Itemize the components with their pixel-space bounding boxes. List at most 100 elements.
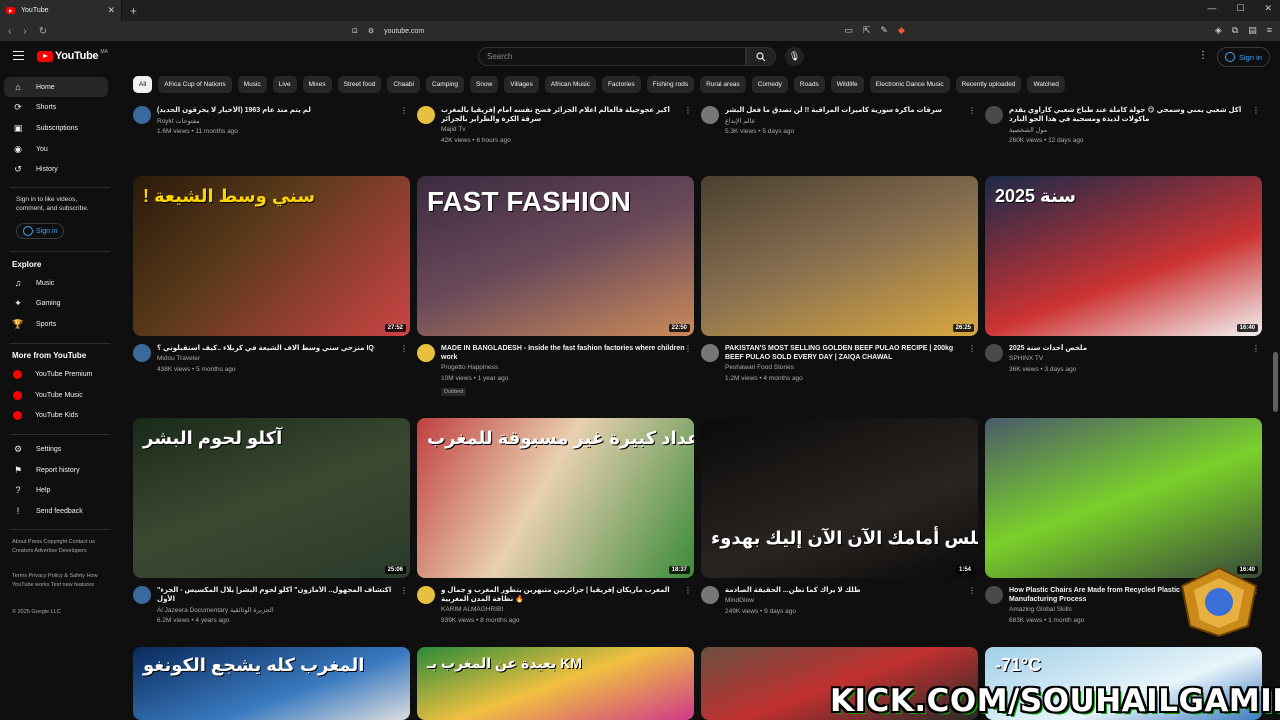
video-title[interactable]: أكبر عجوجيلة فالعالم اعلام الجزائر فضح ن… (441, 106, 685, 124)
channel-name[interactable]: Progetto Happiness (441, 364, 498, 371)
forward-icon[interactable]: › (23, 26, 26, 37)
chip-street-food[interactable]: Street food (337, 76, 382, 93)
video-title[interactable]: PAKISTAN'S MOST SELLING GOLDEN BEEF PULA… (725, 344, 969, 362)
more-options-icon[interactable]: ⋮ (400, 344, 408, 353)
search-input[interactable]: Search (478, 47, 746, 66)
video-thumbnail[interactable]: المغرب كله يشجع الكونغو (133, 647, 410, 720)
page-scrollbar[interactable] (1273, 352, 1278, 412)
channel-avatar[interactable] (417, 344, 435, 362)
channel-avatar[interactable] (133, 106, 151, 124)
video-thumbnail[interactable]: سنة 2025 16:40 (985, 176, 1262, 336)
channel-name[interactable]: عالم الإبداع (725, 117, 755, 125)
settings-more-icon[interactable]: ⋮ (1198, 50, 1208, 61)
chip-watched[interactable]: Watched (1027, 76, 1065, 93)
video-title[interactable]: ملخص أحداث سنة 2025 (1009, 344, 1253, 353)
chip-all[interactable]: All (133, 76, 153, 93)
signin-button[interactable]: Sign in (1217, 47, 1270, 67)
sidebar-item-history[interactable]: ↺ History (4, 159, 108, 179)
site-info-icon[interactable]: ⚙ (368, 27, 374, 35)
channel-avatar[interactable] (417, 586, 435, 604)
maximize-icon[interactable]: ☐ (1236, 3, 1244, 14)
video-title[interactable]: لم يتم منذ عام 1963 (الأخبار لا يحرقون ا… (157, 106, 401, 115)
video-thumbnail[interactable]: بعيدة عن المغرب بـ KM (417, 647, 694, 720)
video-title[interactable]: منزحي سني وسط آلاف الشيعة في كربلاء ..كي… (157, 344, 401, 353)
chip-chaabi[interactable]: Chaabi (387, 76, 420, 93)
channel-avatar[interactable] (985, 586, 1003, 604)
channel-name[interactable]: Midou Traveler (157, 355, 200, 362)
channel-name[interactable]: Majid Tv (441, 126, 465, 133)
reload-icon[interactable]: ↻ (39, 26, 47, 37)
new-tab-icon[interactable]: + (130, 4, 137, 18)
channel-name[interactable]: MindGlow (725, 597, 754, 604)
browser-tab[interactable]: YouTube ✕ (0, 0, 122, 21)
video-title[interactable]: "اكتشاف المجهول.. الأمازون" أكلو لحوم ال… (157, 586, 401, 604)
bookmark-icon[interactable]: ⊡ (352, 27, 358, 35)
sidebar-item-report-history[interactable]: ⚑ Report history (4, 460, 108, 480)
video-title[interactable]: أكل شعبي يمني وسمحي 😋 جولة كاملة عند طبا… (1009, 106, 1253, 124)
chip-fishing-rods[interactable]: Fishing rods (646, 76, 695, 93)
sidebar-signin-button[interactable]: Sign in (16, 223, 65, 239)
sidebar-item-send-feedback[interactable]: ! Send feedback (4, 501, 108, 521)
channel-avatar[interactable] (701, 106, 719, 124)
channel-avatar[interactable] (985, 106, 1003, 124)
chip-camping[interactable]: Camping (425, 76, 464, 93)
chip-africa-cup-of-nations[interactable]: Africa Cup of Nations (158, 76, 232, 93)
sidebar-item-gaming[interactable]: ✦ Gaming (4, 293, 108, 313)
sidebar-item-music[interactable]: ♫ Music (4, 273, 108, 293)
more-options-icon[interactable]: ⋮ (968, 344, 976, 353)
chip-electronic-dance-music[interactable]: Electronic Dance Music (869, 76, 950, 93)
channel-name[interactable]: مول الشخصية (1009, 126, 1047, 134)
youtube-logo[interactable]: YouTube MA (37, 49, 108, 62)
share-icon[interactable]: ⇱ (863, 25, 871, 36)
sidebar-item-subscriptions[interactable]: ▣ Subscriptions (4, 118, 108, 138)
wallet-icon[interactable]: ◈ (1215, 25, 1222, 36)
video-thumbnail[interactable]: جل جزائريين بأعداد كبيرة غير مسبوقة للمغ… (417, 418, 694, 578)
video-thumbnail[interactable]: ! سني وسط الشيعة 27:52 (133, 176, 410, 336)
video-thumbnail[interactable]: 26:25 (701, 176, 978, 336)
sidebar-item-shorts[interactable]: ⟳ Shorts (4, 97, 108, 117)
sidebar-item-youtube-premium[interactable]: YouTube Premium (4, 364, 108, 384)
chip-roads[interactable]: Roads (793, 76, 825, 93)
video-title[interactable]: سرقات ماكرة سورية كاميرات المراقبة !! لن… (725, 106, 969, 115)
more-options-icon[interactable]: ⋮ (1252, 344, 1260, 353)
more-options-icon[interactable]: ⋮ (684, 344, 692, 353)
video-thumbnail[interactable]: 16:40 (985, 418, 1262, 578)
hamburger-menu-icon[interactable] (13, 51, 24, 60)
highlight-icon[interactable]: ✎ (880, 25, 888, 36)
channel-name[interactable]: Peshawari Food Stories (725, 364, 794, 371)
channel-name[interactable]: Roykt مفتوحات (157, 117, 200, 125)
video-thumbnail[interactable]: FAST FASHION 22:50 (417, 176, 694, 336)
close-tab-icon[interactable]: ✕ (107, 5, 115, 16)
chip-live[interactable]: Live (272, 76, 297, 93)
more-options-icon[interactable]: ⋮ (400, 586, 408, 595)
search-button[interactable] (746, 47, 776, 66)
sidebar-item-youtube-kids[interactable]: YouTube Kids (4, 405, 108, 425)
back-icon[interactable]: ‹ (8, 26, 11, 37)
more-options-icon[interactable]: ⋮ (400, 106, 408, 115)
footer-links-secondary[interactable]: Terms Privacy Policy & Safety How YouTub… (12, 572, 112, 589)
chip-villages[interactable]: Villages (504, 76, 539, 93)
sidebar-item-settings[interactable]: ⚙ Settings (4, 439, 108, 459)
channel-avatar[interactable] (701, 586, 719, 604)
extensions-icon[interactable]: ⧉ (1232, 25, 1238, 36)
channel-avatar[interactable] (133, 344, 151, 362)
channel-avatar[interactable] (417, 106, 435, 124)
menu-icon[interactable]: ≡ (1267, 25, 1272, 36)
sidebar-item-you[interactable]: ◉ You (4, 139, 108, 159)
video-title[interactable]: طلك لا يراك كما تظن... الحقيقة الصادمة (725, 586, 969, 595)
channel-avatar[interactable] (133, 586, 151, 604)
video-title[interactable]: المغرب ماريكان إفريقيا | جزائريين متبهري… (441, 586, 685, 604)
chip-mixes[interactable]: Mixes (302, 76, 332, 93)
channel-name[interactable]: KARIM ALMAGHRIBI (441, 606, 503, 613)
chip-recently-uploaded[interactable]: Recently uploaded (955, 76, 1022, 93)
chip-african-music[interactable]: African Music (544, 76, 596, 93)
cast-icon[interactable]: ▭ (844, 25, 853, 36)
more-options-icon[interactable]: ⋮ (968, 586, 976, 595)
more-options-icon[interactable]: ⋮ (684, 586, 692, 595)
video-thumbnail[interactable]: تخيل هذا السر... قطك يجلس أمامك الآن الآ… (701, 418, 978, 578)
channel-name[interactable]: Al Jazeera Documentary الجزيرة الوثائقية (157, 606, 274, 614)
sidebar-item-sports[interactable]: 🏆 Sports (4, 314, 108, 334)
chip-comedy[interactable]: Comedy (751, 76, 788, 93)
sidebar-item-youtube-music[interactable]: YouTube Music (4, 385, 108, 405)
microphone-icon[interactable]: 🎙 (785, 47, 804, 66)
